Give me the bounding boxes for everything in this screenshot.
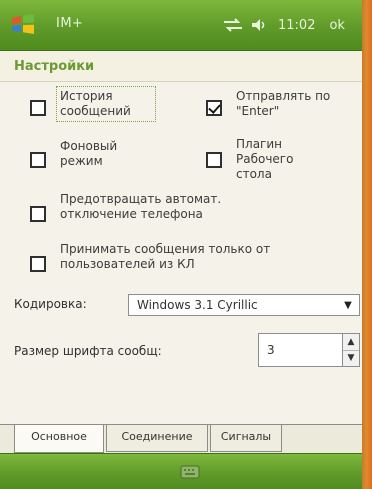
background-mode-label[interactable]: Фоновый режим xyxy=(60,139,150,169)
prevent-autooff-checkbox[interactable] xyxy=(30,206,46,222)
stepper-up-icon[interactable]: ▲ xyxy=(343,334,359,351)
ok-button[interactable]: ok xyxy=(329,18,344,33)
tab-bar: Основное Соединение Сигналы xyxy=(0,424,362,453)
encoding-value: Windows 3.1 Cyrillic xyxy=(137,298,258,312)
font-size-stepper[interactable]: 3 ▲ ▼ xyxy=(258,333,360,367)
clock[interactable]: 11:02 xyxy=(278,18,315,33)
send-on-enter-checkbox[interactable] xyxy=(206,100,222,116)
history-label[interactable]: История сообщений xyxy=(60,89,152,119)
page-title: Настройки xyxy=(14,59,95,74)
chevron-down-icon[interactable]: ▼ xyxy=(341,299,355,312)
desktop-plugin-label[interactable]: Плагин Рабочего стола xyxy=(236,137,306,182)
accept-only-cl-label[interactable]: Принимать сообщения только от пользовате… xyxy=(60,242,350,272)
app-name: IM+ xyxy=(56,16,84,31)
menu-bar xyxy=(0,453,362,489)
status-bar: IM+ 11:02 ok xyxy=(0,0,362,51)
font-size-value[interactable]: 3 xyxy=(267,343,275,357)
volume-icon[interactable] xyxy=(250,17,268,33)
keyboard-icon[interactable] xyxy=(180,464,200,480)
encoding-label: Кодировка: xyxy=(14,297,87,311)
app-window: IM+ 11:02 ok Настройки История сообщений… xyxy=(0,0,372,489)
prevent-autooff-label[interactable]: Предотвращать автомат. отключение телефо… xyxy=(60,192,300,222)
tab-signals[interactable]: Сигналы xyxy=(210,425,282,452)
title-band: Настройки xyxy=(0,51,362,82)
history-checkbox[interactable] xyxy=(30,100,46,116)
connectivity-icon[interactable] xyxy=(222,17,244,33)
status-icons: 11:02 ok xyxy=(222,14,345,36)
send-on-enter-label[interactable]: Отправлять по "Enter" xyxy=(236,89,346,119)
tab-connection[interactable]: Соединение xyxy=(106,425,208,452)
background-mode-checkbox[interactable] xyxy=(30,152,46,168)
stepper-down-icon[interactable]: ▼ xyxy=(343,350,359,366)
tab-main[interactable]: Основное xyxy=(14,425,104,453)
stepper-buttons: ▲ ▼ xyxy=(342,334,359,366)
device-bezel xyxy=(362,0,372,489)
accept-only-cl-checkbox[interactable] xyxy=(30,256,46,272)
settings-panel: История сообщений Отправлять по "Enter" … xyxy=(0,82,362,422)
desktop-plugin-checkbox[interactable] xyxy=(206,152,222,168)
encoding-select[interactable]: Windows 3.1 Cyrillic ▼ xyxy=(128,294,360,316)
font-size-label: Размер шрифта сообщ: xyxy=(14,344,162,358)
windows-start-icon[interactable] xyxy=(10,12,36,36)
